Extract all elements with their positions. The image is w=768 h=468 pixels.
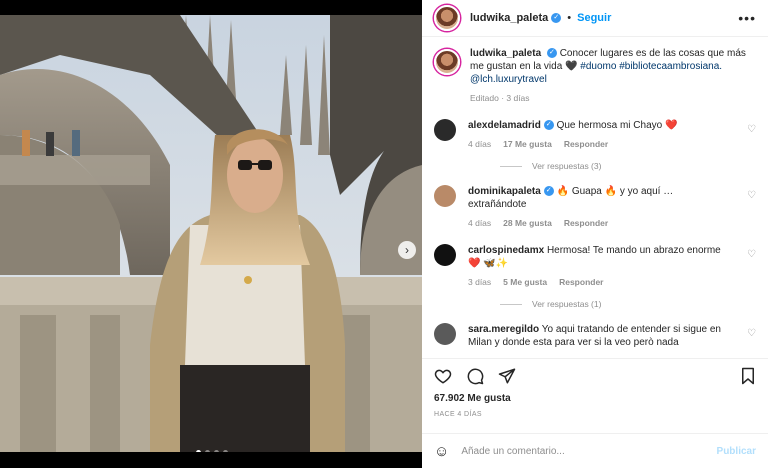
comment-meta: 4 días 17 Me gusta Responder xyxy=(468,138,730,151)
view-replies-button[interactable]: Ver respuestas (3) xyxy=(500,161,756,171)
post-header: ludwika_paleta ✓ • Seguir ••• xyxy=(422,0,768,37)
view-replies-label[interactable]: Ver respuestas (1) xyxy=(532,299,601,309)
bookmark-icon[interactable] xyxy=(740,367,756,385)
comment-body: dominikapaleta ✓ 🔥 Guapa 🔥 y yo aquí … ex… xyxy=(468,185,730,230)
comment-text: Que hermosa mi Chayo ❤️ xyxy=(556,120,678,131)
verified-badge-icon: ✓ xyxy=(551,13,562,23)
comment-item: alexdelamadrid ✓ Que hermosa mi Chayo ❤️ 4… xyxy=(434,119,756,151)
likes-count[interactable]: 67.902 Me gusta xyxy=(434,393,511,404)
caption: ludwika_paleta ✓ Conocer lugares es de l… xyxy=(434,47,756,105)
comment-body: alexdelamadrid ✓ Que hermosa mi Chayo ❤️ 4… xyxy=(468,119,730,151)
view-replies-button[interactable]: Ver respuestas (1) xyxy=(500,299,756,309)
comment-like-icon[interactable]: ♡ xyxy=(747,124,756,135)
carousel-indicator xyxy=(196,450,228,452)
instagram-post-view: › ludwika_paleta ✓ • Seguir ••• ludwika_… xyxy=(0,0,768,468)
comment-item: carlospinedamx Hermosa! Te mando un abra… xyxy=(434,244,756,289)
comment-like-icon[interactable]: ♡ xyxy=(747,249,756,260)
comment-like-icon[interactable]: ♡ xyxy=(747,328,756,339)
commenter-username[interactable]: carlospinedamx xyxy=(468,245,544,256)
comment-body: sara.meregildo Yo aqui tratando de enten… xyxy=(468,323,730,349)
commenter-username[interactable]: sara.meregildo xyxy=(468,324,539,335)
commenter-avatar[interactable] xyxy=(434,185,456,207)
carousel-dot[interactable] xyxy=(205,450,210,452)
carousel-dot[interactable] xyxy=(214,450,219,452)
commenter-avatar[interactable] xyxy=(434,244,456,266)
commenter-username[interactable]: alexdelamadrid xyxy=(468,120,541,131)
more-options-icon[interactable]: ••• xyxy=(738,10,756,26)
carousel-dot[interactable] xyxy=(223,450,228,452)
comment-likes[interactable]: 5 Me gusta xyxy=(503,277,547,287)
commenter-username[interactable]: dominikapaleta xyxy=(468,186,541,197)
author-username[interactable]: ludwika_paleta xyxy=(470,12,548,24)
add-comment-bar: ☺ Publicar xyxy=(422,433,768,468)
caption-hashtags[interactable]: #duomo #bibliotecaambrosiana. xyxy=(580,61,722,72)
share-icon[interactable] xyxy=(498,367,516,385)
comment-item: dominikapaleta ✓ 🔥 Guapa 🔥 y yo aquí … ex… xyxy=(434,185,756,230)
caption-avatar[interactable] xyxy=(434,49,460,75)
comment-time: 4 días xyxy=(468,218,492,228)
follow-button[interactable]: Seguir xyxy=(577,12,611,24)
action-bar xyxy=(422,358,768,392)
posted-time: HACE 4 DÍAS xyxy=(434,411,482,418)
heart-icon[interactable] xyxy=(434,367,452,385)
comment-rows: alexdelamadrid ✓ Que hermosa mi Chayo ❤️ 4… xyxy=(434,119,756,349)
carousel-dot[interactable] xyxy=(196,450,201,452)
reply-button[interactable]: Responder xyxy=(564,218,608,228)
comment-icon[interactable] xyxy=(466,367,484,385)
verified-badge-icon: ✓ xyxy=(546,48,557,59)
reply-button[interactable]: Responder xyxy=(564,139,608,149)
replies-divider xyxy=(500,165,522,167)
caption-mention[interactable]: @lch.luxurytravel xyxy=(470,74,547,85)
verified-badge-icon: ✓ xyxy=(543,120,554,131)
caption-meta: Editado · 3 días xyxy=(470,93,530,103)
comments-list[interactable]: ludwika_paleta ✓ Conocer lugares es de l… xyxy=(422,37,768,355)
comment-body: carlospinedamx Hermosa! Te mando un abra… xyxy=(468,244,730,289)
emoji-icon[interactable]: ☺ xyxy=(434,443,449,460)
verified-badge-icon: ✓ xyxy=(543,186,554,197)
carousel-next-button[interactable]: › xyxy=(398,241,416,259)
post-photo[interactable]: › xyxy=(0,15,422,452)
caption-username[interactable]: ludwika_paleta xyxy=(470,48,541,59)
view-replies-label[interactable]: Ver respuestas (3) xyxy=(532,161,601,171)
commenter-avatar[interactable] xyxy=(434,323,456,345)
comment-likes[interactable]: 17 Me gusta xyxy=(503,139,552,149)
comment-meta: 4 días 28 Me gusta Responder xyxy=(468,217,730,230)
publish-button[interactable]: Publicar xyxy=(717,446,756,457)
photo-illustration xyxy=(0,15,422,452)
comment-likes[interactable]: 28 Me gusta xyxy=(503,218,552,228)
comment-time: 3 días xyxy=(468,277,492,287)
author-avatar[interactable] xyxy=(434,5,460,31)
comment-meta: 3 días 5 Me gusta Responder xyxy=(468,276,730,289)
comment-input[interactable] xyxy=(461,445,692,457)
caption-body: ludwika_paleta ✓ Conocer lugares es de l… xyxy=(470,47,756,105)
post-side-panel: ludwika_paleta ✓ • Seguir ••• ludwika_pa… xyxy=(422,0,768,468)
replies-divider xyxy=(500,303,522,305)
commenter-avatar[interactable] xyxy=(434,119,456,141)
separator-dot: • xyxy=(567,12,572,24)
comment-time: 4 días xyxy=(468,139,492,149)
comment-like-icon[interactable]: ♡ xyxy=(747,190,756,201)
reply-button[interactable]: Responder xyxy=(559,277,603,287)
comment-item: sara.meregildo Yo aqui tratando de enten… xyxy=(434,323,756,349)
